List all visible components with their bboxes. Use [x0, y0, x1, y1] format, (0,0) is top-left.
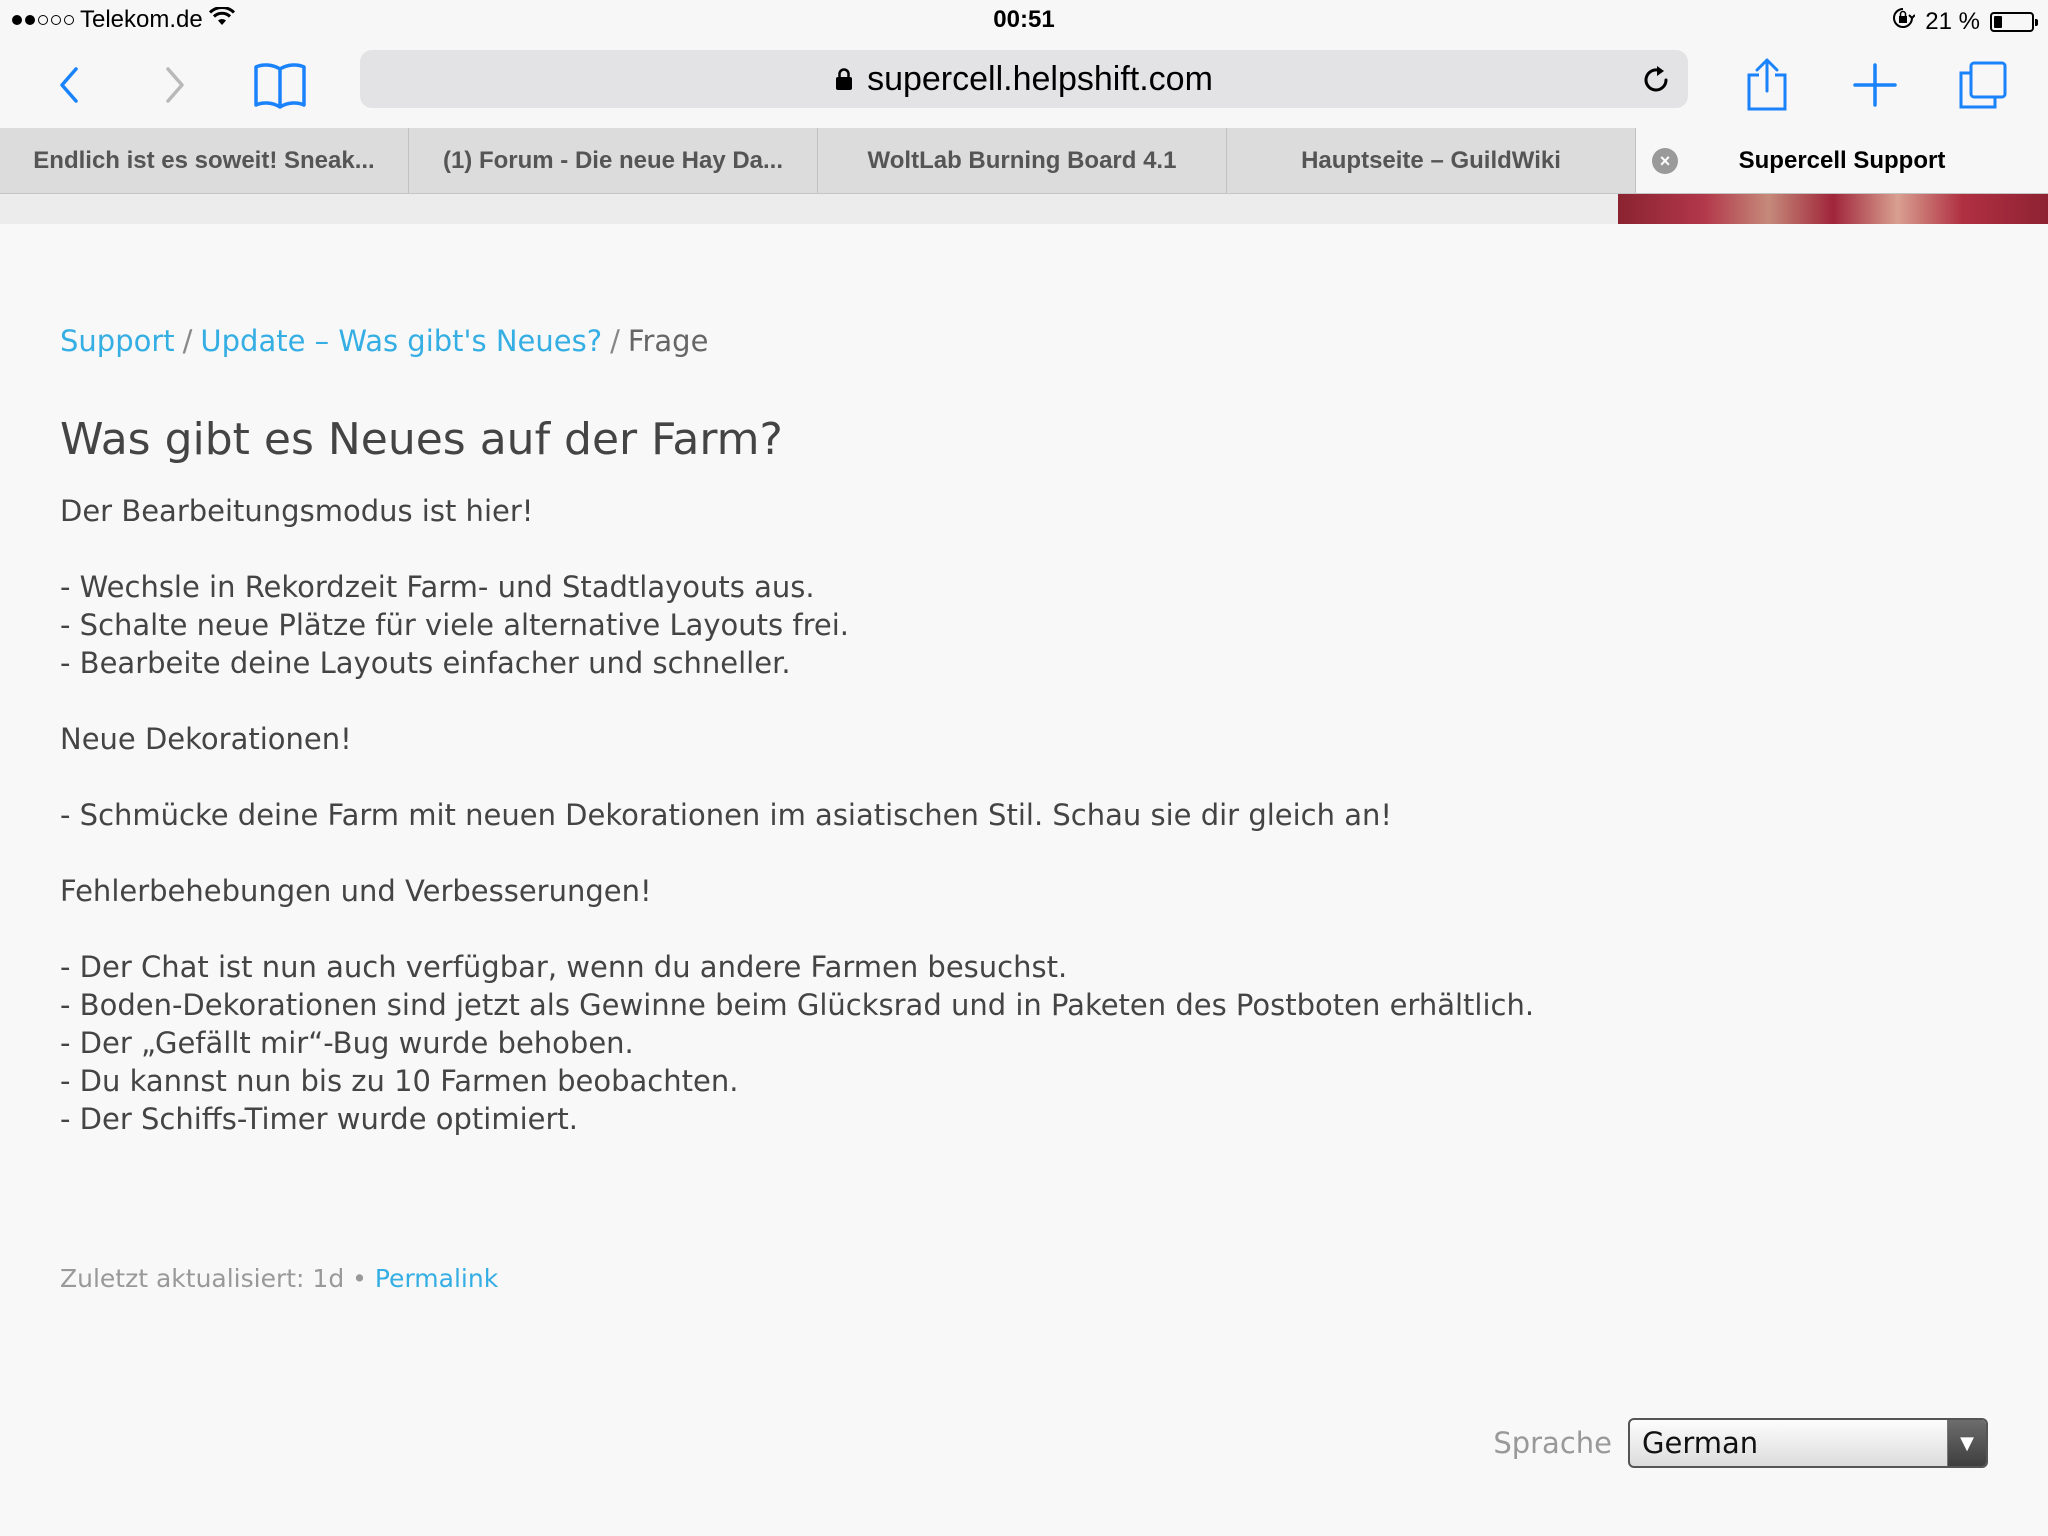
system-indicators: 21 % — [1891, 6, 2038, 37]
share-icon — [1747, 58, 1787, 111]
list-item: - Der „Gefällt mir“-Bug wurde behoben. — [60, 1026, 634, 1060]
bookmarks-icon — [254, 63, 306, 109]
site-header-strip — [0, 194, 2048, 224]
tabs-icon — [1959, 61, 2007, 109]
meta-separator: • — [352, 1264, 367, 1293]
language-picker: Sprache German ▼ — [1493, 1418, 1988, 1468]
tab-2[interactable]: (1) Forum - Die neue Hay Da... — [409, 128, 818, 193]
header-banner-image — [1618, 194, 2048, 224]
forward-icon — [166, 67, 184, 103]
list-item: - Boden-Dekorationen sind jetzt als Gewi… — [60, 988, 1535, 1022]
list-item: - Du kannst nun bis zu 10 Farmen beobach… — [60, 1064, 739, 1098]
section-heading-decorations: Neue Dekorationen! — [60, 722, 352, 756]
article-title: Was gibt es Neues auf der Farm? — [60, 414, 783, 465]
list-item: - Der Chat ist nun auch verfügbar, wenn … — [60, 950, 1068, 984]
section-heading-fixes: Fehlerbehebungen und Verbesserungen! — [60, 874, 652, 908]
breadcrumb: Support / Update – Was gibt's Neues? / Frage — [60, 324, 708, 358]
browser-toolbar: supercell.helpshift.com — [0, 42, 2048, 128]
list-item: - Schmücke deine Farm mit neuen Dekorati… — [60, 798, 1393, 832]
tab-4[interactable]: Hauptseite – GuildWiki — [1227, 128, 1636, 193]
breadcrumb-separator: / — [182, 324, 193, 358]
battery-icon — [1990, 11, 2038, 32]
address-bar[interactable]: supercell.helpshift.com — [360, 50, 1688, 108]
language-selected-value: German — [1642, 1426, 1759, 1460]
back-button[interactable] — [34, 50, 104, 120]
status-bar: Telekom.de 00:51 21 % — [0, 0, 2048, 42]
new-tab-button[interactable] — [1840, 50, 1910, 120]
tab-active[interactable]: × Supercell Support — [1636, 128, 2048, 193]
rotation-lock-icon — [1891, 6, 1917, 37]
last-updated: Zuletzt aktualisiert: 1d — [60, 1264, 345, 1293]
tab-bar: Endlich ist es soweit! Sneak... (1) Foru… — [0, 128, 2048, 194]
breadcrumb-update-link[interactable]: Update – Was gibt's Neues? — [200, 324, 602, 358]
permalink-link[interactable]: Permalink — [375, 1264, 498, 1293]
list-item: - Der Schiffs-Timer wurde optimiert. — [60, 1102, 579, 1136]
close-tab-icon[interactable]: × — [1652, 148, 1678, 174]
forward-button[interactable] — [140, 50, 210, 120]
battery-level-fill — [1994, 15, 2002, 28]
tabs-overview-button[interactable] — [1948, 50, 2018, 120]
list-item: - Bearbeite deine Layouts einfacher und … — [60, 646, 791, 680]
list-item: - Wechsle in Rekordzeit Farm- und Stadtl… — [60, 570, 815, 604]
breadcrumb-separator: / — [610, 324, 620, 358]
breadcrumb-current: Frage — [627, 324, 709, 358]
dropdown-arrow-icon: ▼ — [1947, 1420, 1986, 1466]
language-label: Sprache — [1493, 1426, 1612, 1460]
list-item: - Schalte neue Plätze für viele alternat… — [60, 608, 849, 642]
reload-button[interactable] — [1636, 60, 1676, 100]
tab-1[interactable]: Endlich ist es soweit! Sneak... — [0, 128, 409, 193]
tab-3[interactable]: WoltLab Burning Board 4.1 — [818, 128, 1227, 193]
back-icon — [60, 67, 78, 103]
bookmarks-button[interactable] — [245, 50, 315, 120]
url-text: supercell.helpshift.com — [867, 59, 1213, 98]
new-tab-icon — [1853, 63, 1897, 107]
lock-icon — [836, 68, 853, 90]
article-body: Der Bearbeitungsmodus ist hier! - Wechsl… — [60, 492, 1534, 1138]
clock: 00:51 — [993, 6, 1055, 33]
tab-active-label: Supercell Support — [1738, 146, 1946, 174]
article-meta: Zuletzt aktualisiert: 1d • Permalink — [60, 1264, 498, 1293]
battery-percent: 21 % — [1925, 7, 1980, 35]
language-select[interactable]: German ▼ — [1628, 1418, 1988, 1468]
reload-icon — [1644, 66, 1668, 92]
breadcrumb-support-link[interactable]: Support — [60, 324, 175, 358]
section-heading-edit-mode: Der Bearbeitungsmodus ist hier! — [60, 494, 534, 528]
share-button[interactable] — [1732, 50, 1802, 120]
